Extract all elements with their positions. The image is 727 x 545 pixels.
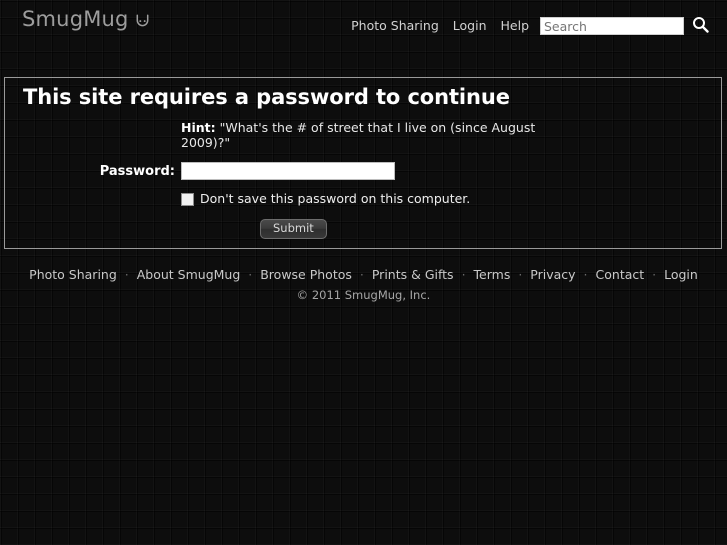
header-nav-login[interactable]: Login [453, 17, 487, 35]
search-icon [692, 16, 709, 36]
smiley-icon [136, 13, 149, 27]
password-hint: Hint: "What's the # of street that I liv… [181, 120, 553, 150]
footer-link-contact[interactable]: Contact [596, 267, 645, 282]
hint-label: Hint: [181, 120, 216, 136]
submit-button[interactable]: Submit [260, 219, 327, 240]
password-label: Password: [99, 164, 175, 180]
password-panel: This site requires a password to continu… [4, 77, 722, 249]
footer-links: Photo Sharing · About SmugMug · Browse P… [0, 266, 727, 284]
footer-separator: · [652, 267, 657, 282]
site-header: SmugMug Photo Sharing Login Help [0, 0, 727, 48]
footer-link-about-smugmug[interactable]: About SmugMug [137, 267, 241, 282]
password-input[interactable] [181, 162, 395, 181]
footer-separator: · [359, 267, 364, 282]
dont-save-password-label[interactable]: Don't save this password on this compute… [200, 192, 470, 206]
dont-save-password-option[interactable]: Don't save this password on this compute… [181, 192, 721, 206]
smugmug-logo[interactable]: SmugMug [22, 9, 149, 30]
search-input[interactable] [540, 17, 684, 35]
footer-copyright: © 2011 SmugMug, Inc. [296, 288, 431, 302]
footer-separator: · [124, 267, 129, 282]
page-title: This site requires a password to continu… [23, 85, 510, 109]
logo-wordmark: SmugMug [22, 7, 129, 31]
footer-separator: · [461, 267, 466, 282]
footer-separator: · [518, 267, 523, 282]
footer-link-terms[interactable]: Terms [474, 267, 511, 282]
remember-row: Don't save this password on this compute… [5, 192, 721, 206]
submit-row: Submit [5, 219, 721, 240]
footer-link-browse-photos[interactable]: Browse Photos [260, 267, 352, 282]
dont-save-password-checkbox[interactable] [181, 192, 194, 206]
footer-separator: · [583, 267, 588, 282]
site-footer: Photo Sharing · About SmugMug · Browse P… [0, 266, 727, 303]
search-button[interactable] [691, 17, 709, 35]
hint-value: "What's the # of street that I live on (… [181, 120, 536, 151]
footer-link-prints-and-gifts[interactable]: Prints & Gifts [372, 267, 454, 282]
header-nav-photo-sharing[interactable]: Photo Sharing [351, 17, 439, 35]
password-row: Password: [5, 162, 721, 181]
footer-link-login[interactable]: Login [664, 267, 698, 282]
header-nav-help[interactable]: Help [501, 17, 530, 35]
hint-row: Hint: "What's the # of street that I liv… [5, 120, 721, 150]
password-form: Hint: "What's the # of street that I liv… [5, 120, 721, 240]
footer-link-photo-sharing[interactable]: Photo Sharing [29, 267, 117, 282]
footer-link-privacy[interactable]: Privacy [530, 267, 575, 282]
footer-separator: · [248, 267, 253, 282]
header-nav: Photo Sharing Login Help [351, 16, 709, 36]
